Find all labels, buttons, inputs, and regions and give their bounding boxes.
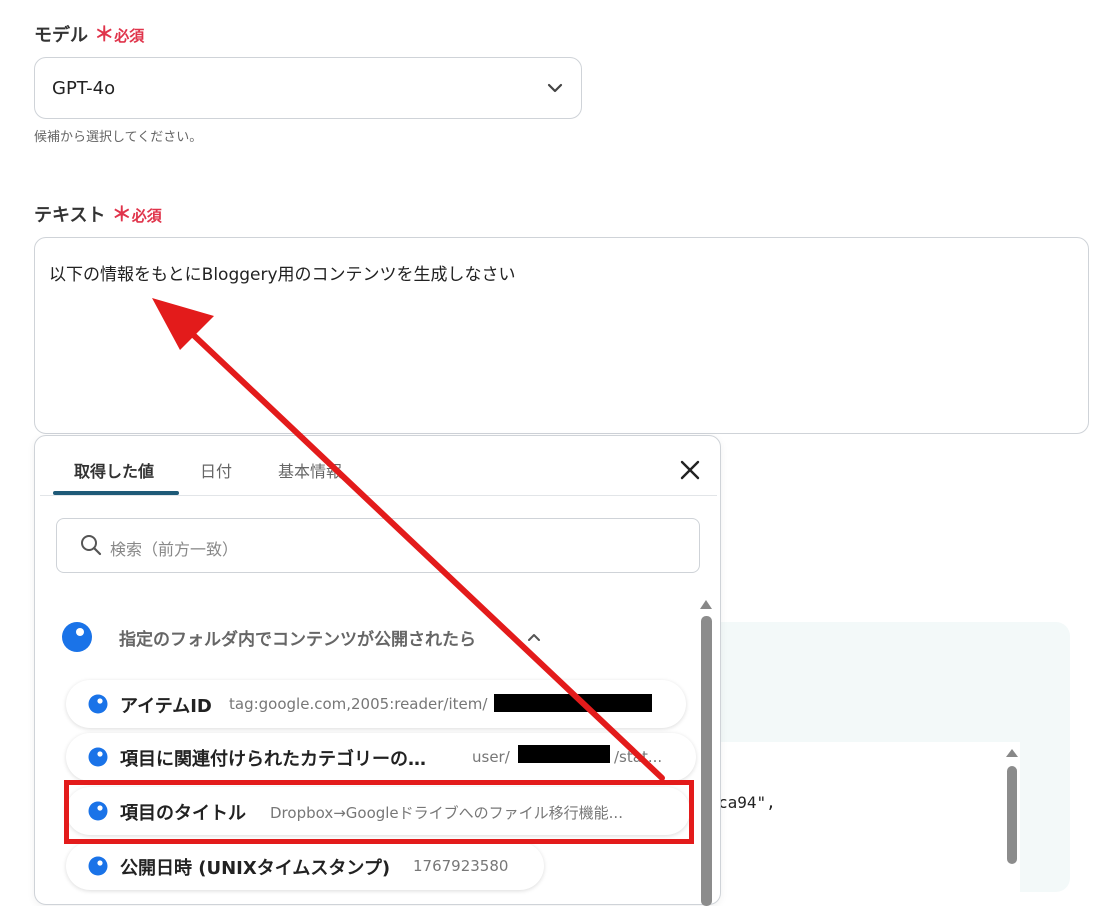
required-badge: 必須 — [114, 27, 145, 45]
close-icon[interactable] — [678, 458, 702, 482]
required-star: ＊ — [111, 202, 132, 226]
item-dot-icon — [88, 747, 108, 767]
text-label: テキスト ＊必須 — [34, 202, 162, 226]
chevron-down-icon — [547, 83, 563, 93]
list-item-category[interactable]: 項目に関連付けられたカテゴリーの… user/ /stat... — [66, 733, 696, 781]
background-code-area — [700, 742, 1020, 892]
redaction-block — [494, 694, 652, 712]
model-label: モデル ＊必須 — [34, 22, 145, 46]
item-name: 公開日時 (UNIXタイムスタンプ) — [120, 858, 391, 879]
required-star: ＊ — [94, 22, 115, 46]
annotation-highlight-box — [64, 780, 694, 844]
background-code-fragment: ca94", — [718, 793, 776, 812]
item-value: tag:google.com,2005:reader/item/ — [229, 695, 488, 713]
scrollbar-thumb[interactable] — [701, 616, 712, 906]
list-item-item-id[interactable]: アイテムID tag:google.com,2005:reader/item/ — [66, 680, 686, 728]
tab-acquired-values[interactable]: 取得した値 — [74, 458, 154, 482]
trigger-dot-icon — [62, 622, 92, 652]
item-name: 項目に関連付けられたカテゴリーの… — [120, 749, 426, 770]
group-title[interactable]: 指定のフォルダ内でコンテンツが公開されたら — [119, 625, 476, 650]
model-select-value: GPT-4o — [52, 78, 116, 99]
item-value: user/ — [472, 748, 510, 766]
required-badge: 必須 — [131, 207, 162, 225]
text-textarea[interactable]: 以下の情報をもとにBloggery用のコンテンツを生成しなさい — [34, 237, 1089, 434]
search-input[interactable]: 検索（前方一致） — [56, 518, 700, 573]
chevron-up-icon[interactable] — [527, 632, 541, 642]
search-icon — [81, 535, 102, 556]
tab-date[interactable]: 日付 — [200, 458, 232, 482]
list-item-published-time[interactable]: 公開日時 (UNIXタイムスタンプ) 1767923580 — [66, 842, 544, 890]
model-select[interactable]: GPT-4o — [34, 57, 582, 119]
model-help-text: 候補から選択してください。 — [34, 130, 203, 145]
item-dot-icon — [88, 856, 108, 876]
item-dot-icon — [88, 694, 108, 714]
search-placeholder: 検索（前方一致） — [110, 540, 239, 559]
text-textarea-value: 以下の情報をもとにBloggery用のコンテンツを生成しなさい — [49, 265, 516, 285]
item-value-suffix: /stat... — [614, 748, 663, 766]
background-scrollbar-thumb[interactable] — [1007, 766, 1017, 864]
redaction-block — [518, 745, 610, 763]
item-name: アイテムID — [120, 696, 212, 717]
scroll-up-icon[interactable] — [700, 600, 712, 609]
tab-divider — [40, 495, 717, 496]
tab-basic-info[interactable]: 基本情報 — [278, 458, 342, 482]
background-scroll-up-icon[interactable] — [1006, 749, 1018, 757]
item-value: 1767923580 — [413, 857, 509, 875]
